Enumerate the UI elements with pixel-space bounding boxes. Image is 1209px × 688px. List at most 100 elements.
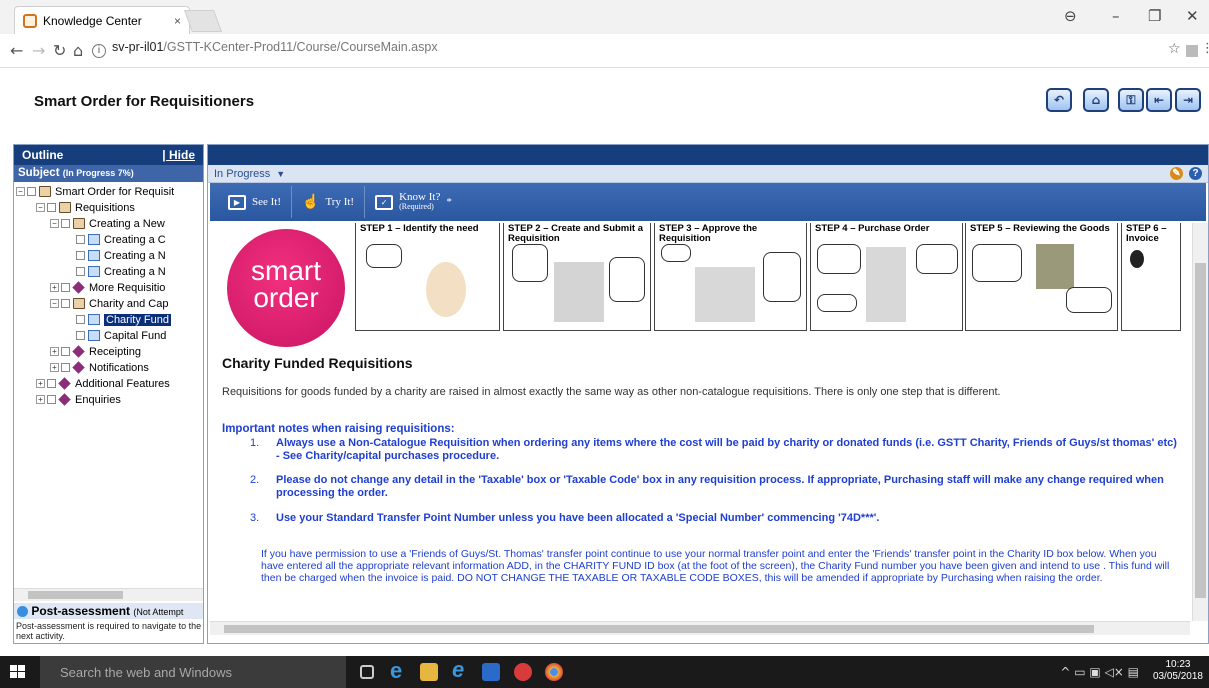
tab-title: Knowledge Center bbox=[43, 13, 142, 28]
tree-item[interactable]: − Requisitions bbox=[36, 200, 135, 215]
tree-item[interactable]: − Creating a New bbox=[50, 216, 165, 231]
page-icon bbox=[88, 330, 100, 341]
content-vertical-scrollbar[interactable] bbox=[1192, 223, 1208, 621]
tree-item[interactable]: + Additional Features bbox=[36, 376, 170, 391]
goods-illustration bbox=[1036, 244, 1074, 289]
tree-item[interactable]: − Smart Order for Requisit bbox=[16, 184, 174, 199]
help-icon[interactable]: ? bbox=[1189, 167, 1202, 180]
task-view-icon[interactable] bbox=[360, 665, 374, 679]
book-icon bbox=[73, 218, 85, 229]
info-icon[interactable]: i bbox=[92, 44, 106, 58]
checkbox-icon bbox=[61, 347, 70, 356]
tab-close-icon[interactable]: × bbox=[174, 14, 181, 28]
scroll-thumb[interactable] bbox=[224, 625, 1094, 633]
try-it-button[interactable]: ☝ Try It! bbox=[292, 186, 366, 218]
tree-item[interactable]: + More Requisitio bbox=[50, 280, 165, 295]
previous-button[interactable]: ⇤ bbox=[1146, 88, 1172, 112]
profile-icon[interactable]: ⊖ bbox=[1064, 7, 1077, 25]
url-field[interactable]: sv-pr-il01/GSTT-KCenter-Prod11/Course/Co… bbox=[112, 40, 438, 54]
window-close-icon[interactable]: ✕ bbox=[1186, 7, 1199, 25]
page-icon bbox=[88, 234, 100, 245]
tree-item[interactable]: − Charity and Cap bbox=[50, 296, 169, 311]
subject-bar: Subject (In Progress 7%) bbox=[14, 165, 203, 182]
expand-icon: + bbox=[36, 379, 45, 388]
restore-icon[interactable]: ❐ bbox=[1148, 7, 1161, 25]
home-icon: ⌂ bbox=[1091, 93, 1101, 107]
expand-icon: + bbox=[50, 283, 59, 292]
skype-icon[interactable] bbox=[514, 663, 532, 681]
caret-down-icon[interactable]: ▼ bbox=[276, 169, 285, 179]
outlook-icon[interactable] bbox=[482, 663, 500, 681]
note-item: 3. Use your Standard Transfer Point Numbe… bbox=[250, 512, 880, 524]
menu-icon[interactable]: ⋮ bbox=[1201, 41, 1209, 56]
checkbox-icon bbox=[47, 395, 56, 404]
browser-tab[interactable]: Knowledge Center × bbox=[14, 6, 190, 34]
main-panel: In Progress ▼ ✎ ? ▶ See It! ☝ Try It! ✓ Kno… bbox=[207, 144, 1209, 644]
minimize-icon[interactable]: – bbox=[1112, 7, 1120, 25]
collapse-icon: − bbox=[50, 219, 59, 228]
intro-text: Requisitions for goods funded by a chari… bbox=[222, 386, 1001, 398]
reload-icon[interactable]: ↻ bbox=[53, 41, 66, 60]
content-horizontal-scrollbar[interactable] bbox=[210, 621, 1190, 635]
file-explorer-icon[interactable] bbox=[420, 663, 438, 681]
tools-icon[interactable]: ✎ bbox=[1170, 167, 1183, 180]
expand-icon: + bbox=[50, 347, 59, 356]
extension-icon[interactable] bbox=[1186, 45, 1198, 57]
book-icon bbox=[59, 202, 71, 213]
key-icon: ⚿ bbox=[1126, 92, 1136, 107]
subject-status: (In Progress 7%) bbox=[62, 168, 134, 178]
outline-header: Outline | Hide bbox=[14, 145, 203, 165]
key-button[interactable]: ⚿ bbox=[1118, 88, 1144, 112]
progress-dropdown[interactable]: In Progress bbox=[214, 168, 270, 180]
tree-item[interactable]: Creating a C bbox=[76, 232, 166, 247]
knowledge-center-favicon-icon bbox=[23, 13, 37, 28]
invoice-illustration bbox=[1130, 250, 1144, 268]
scroll-thumb[interactable] bbox=[28, 591, 123, 599]
edge-icon[interactable]: e bbox=[390, 658, 408, 683]
post-assessment-item[interactable]: Post-assessment (Not Attempt bbox=[14, 603, 203, 619]
know-it-button[interactable]: ✓ Know It? (Required) * bbox=[365, 186, 462, 218]
clock[interactable]: 10:23 03/05/2018 bbox=[1153, 659, 1203, 683]
tree-item[interactable]: + Notifications bbox=[50, 360, 149, 375]
chrome-icon[interactable] bbox=[545, 663, 563, 681]
checkbox-icon bbox=[27, 187, 36, 196]
scroll-thumb[interactable] bbox=[1195, 263, 1206, 598]
taskbar-search-input[interactable]: Search the web and Windows bbox=[40, 656, 346, 688]
star-icon[interactable]: ☆ bbox=[1168, 41, 1181, 57]
collapse-icon: − bbox=[50, 299, 59, 308]
windows-start-icon[interactable] bbox=[10, 665, 26, 680]
tree-item[interactable]: Creating a N bbox=[76, 264, 166, 279]
tree-item[interactable]: + Receipting bbox=[50, 344, 141, 359]
system-tray-icons[interactable]: ^ ▭ ▣ ◁× ▤ bbox=[1060, 665, 1139, 679]
module-icon bbox=[72, 361, 85, 374]
tree-item[interactable]: Capital Fund bbox=[76, 328, 166, 343]
page-icon bbox=[88, 266, 100, 277]
checkbox-icon bbox=[76, 251, 85, 260]
back-button[interactable]: ↶ bbox=[1046, 88, 1072, 112]
browser-tab-bar: Knowledge Center × ⊖ – ❐ ✕ bbox=[0, 0, 1209, 34]
home-button[interactable]: ⌂ bbox=[1083, 88, 1109, 112]
tree-item-selected[interactable]: Charity Fund bbox=[76, 312, 171, 327]
module-icon bbox=[58, 377, 71, 390]
hide-link[interactable]: | Hide bbox=[162, 148, 195, 162]
tree-item[interactable]: + Enquiries bbox=[36, 392, 121, 407]
typing-illustration bbox=[554, 262, 604, 322]
back-arrow-icon: ↶ bbox=[1053, 93, 1065, 107]
speech-bubble bbox=[366, 244, 402, 268]
checkbox-icon bbox=[76, 331, 85, 340]
tree-item[interactable]: Creating a N bbox=[76, 248, 166, 263]
address-bar: ← → ↻ ⌂ i sv-pr-il01/GSTT-KCenter-Prod11… bbox=[0, 34, 1209, 68]
back-icon[interactable]: ← bbox=[10, 41, 23, 60]
see-it-button[interactable]: ▶ See It! bbox=[218, 186, 293, 218]
progress-dropdown-bar: In Progress ▼ ✎ ? bbox=[208, 165, 1208, 183]
module-icon bbox=[72, 281, 85, 294]
expand-icon: + bbox=[50, 363, 59, 372]
forward-icon[interactable]: → bbox=[32, 41, 45, 60]
outline-horizontal-scrollbar[interactable] bbox=[14, 588, 203, 601]
home-icon[interactable]: ⌂ bbox=[73, 41, 83, 60]
purchase-order-illustration bbox=[866, 247, 906, 322]
step-card: STEP 6 – Invoice bbox=[1121, 223, 1181, 331]
next-button[interactable]: ⇥ bbox=[1175, 88, 1201, 112]
checkbox-icon bbox=[47, 379, 56, 388]
internet-explorer-icon[interactable]: e bbox=[452, 657, 470, 682]
